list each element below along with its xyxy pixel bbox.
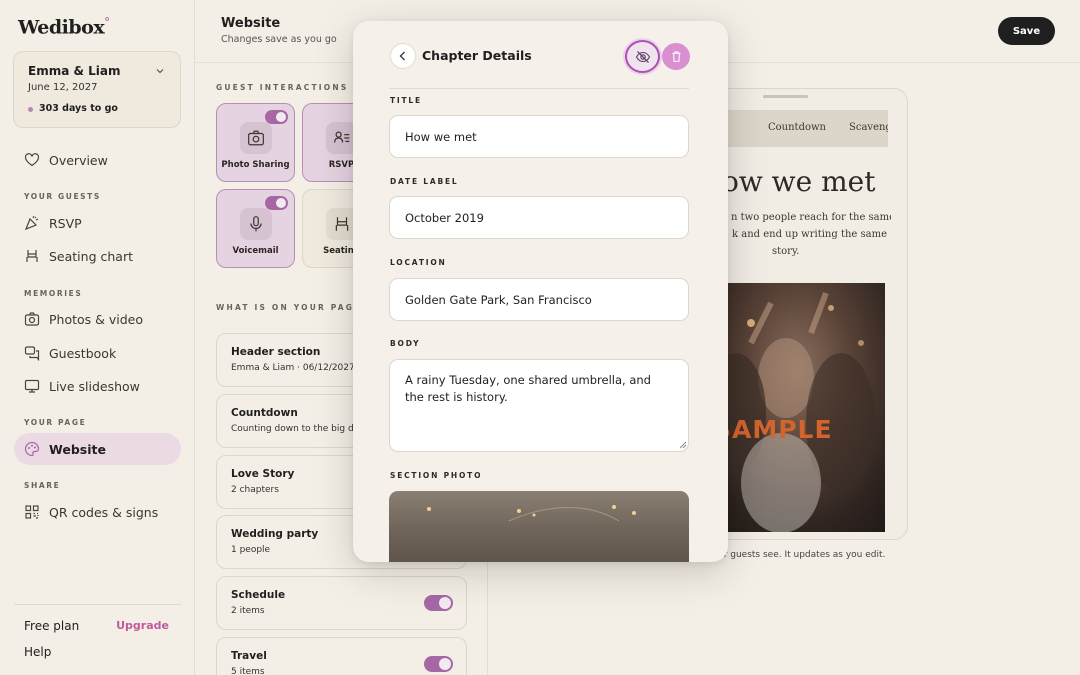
section-name: Travel <box>231 650 267 662</box>
section-name: Header section <box>231 346 321 358</box>
heart-icon <box>24 153 40 167</box>
location-field[interactable] <box>389 278 689 321</box>
tile-label: Photo Sharing <box>221 160 290 170</box>
section-name: Countdown <box>231 407 298 419</box>
monitor-icon <box>24 379 40 393</box>
page-subtitle: Changes save as you go <box>221 34 337 45</box>
sidebar-item-rsvp[interactable]: RSVP <box>14 207 181 239</box>
section-schedule[interactable]: Schedule 2 items <box>216 576 467 630</box>
party-popper-icon <box>24 215 39 231</box>
sidebar-divider <box>14 604 181 605</box>
palette-icon <box>24 441 40 457</box>
sidebar-item-label: Guestbook <box>49 345 117 361</box>
location-label: LOCATION <box>390 258 447 267</box>
event-date: June 12, 2027 <box>28 82 98 93</box>
modal-divider <box>389 88 689 89</box>
sidebar-item-label: QR codes & signs <box>49 504 159 520</box>
microphone-icon <box>250 216 262 232</box>
sidebar-item-seating-chart[interactable]: Seating chart <box>14 240 181 272</box>
preview-tab-scavenger: Scaveng <box>849 122 888 133</box>
title-label: TITLE <box>390 96 422 105</box>
body-textarea[interactable]: A rainy Tuesday, one shared umbrella, an… <box>389 359 689 452</box>
event-selector[interactable]: Emma & Liam June 12, 2027 303 days to go <box>13 51 181 128</box>
page-title: Website <box>221 16 281 31</box>
tile-toggle[interactable] <box>265 196 288 210</box>
chevron-down-icon[interactable] <box>154 65 166 77</box>
help-link[interactable]: Help <box>24 645 51 659</box>
save-button[interactable]: Save <box>998 17 1055 45</box>
sidebar-item-label: Seating chart <box>49 248 133 264</box>
section-photo-image <box>427 505 636 522</box>
section-desc: Counting down to the big day <box>231 424 365 434</box>
sidebar-item-overview[interactable]: Overview <box>14 144 181 176</box>
section-name: Schedule <box>231 589 286 601</box>
chapter-details-modal: Chapter Details TITLE DATE LABEL LOCATIO… <box>353 21 728 562</box>
hide-chapter-button[interactable] <box>625 40 660 73</box>
brand-logo[interactable]: Wedibox° <box>18 15 110 38</box>
section-toggle[interactable] <box>424 595 453 611</box>
trash-icon <box>671 51 681 62</box>
camera-icon <box>24 312 40 326</box>
tile-label: Voicemail <box>232 246 279 256</box>
nav-section-memories: MEMORIES <box>24 289 83 298</box>
tile-voicemail[interactable]: Voicemail <box>216 189 295 268</box>
sidebar-item-photos-video[interactable]: Photos & video <box>14 303 181 335</box>
chair-icon <box>335 217 349 231</box>
page-sections-label: WHAT IS ON YOUR PAGE <box>216 303 362 312</box>
sidebar-item-live-slideshow[interactable]: Live slideshow <box>14 370 181 402</box>
section-photo[interactable] <box>389 491 689 562</box>
countdown-dot-icon <box>28 107 33 112</box>
sidebar: Wedibox° Emma & Liam June 12, 2027 303 d… <box>0 0 195 675</box>
qr-code-icon <box>25 505 39 519</box>
sidebar-item-label: Photos & video <box>49 311 144 327</box>
delete-chapter-button[interactable] <box>662 43 690 70</box>
event-countdown: 303 days to go <box>39 103 118 114</box>
sidebar-item-label: RSVP <box>49 215 82 231</box>
plan-label: Free plan <box>24 619 80 633</box>
sample-watermark: SAMPLE <box>713 415 833 444</box>
section-desc: 5 items <box>231 667 265 675</box>
sidebar-item-label: Live slideshow <box>49 378 140 394</box>
phone-notch <box>763 95 808 98</box>
guest-list-icon <box>334 131 350 143</box>
section-name: Love Story <box>231 468 295 480</box>
nav-section-guests: YOUR GUESTS <box>24 192 101 201</box>
sidebar-item-label: Website <box>49 441 106 457</box>
tile-photo-sharing[interactable]: Photo Sharing <box>216 103 295 182</box>
title-field[interactable] <box>389 115 689 158</box>
preview-tab-countdown: Countdown <box>768 122 826 133</box>
sidebar-item-label: Overview <box>49 152 108 168</box>
sidebar-item-guestbook[interactable]: Guestbook <box>14 337 181 369</box>
preview-note: ur guests see. It updates as you edit. <box>718 550 886 560</box>
upgrade-link[interactable]: Upgrade <box>116 619 169 632</box>
section-travel[interactable]: Travel 5 items <box>216 637 467 675</box>
nav-section-page: YOUR PAGE <box>24 418 87 427</box>
section-desc: Emma & Liam · 06/12/2027 <box>231 363 355 373</box>
back-button[interactable] <box>390 43 416 69</box>
chevron-left-icon <box>399 51 405 61</box>
nav-section-share: SHARE <box>24 481 61 490</box>
camera-icon <box>248 130 264 146</box>
date-label: DATE LABEL <box>390 177 459 186</box>
body-label: BODY <box>390 339 421 348</box>
event-name: Emma & Liam <box>28 64 121 78</box>
sidebar-item-website[interactable]: Website <box>14 433 181 465</box>
photo-label: SECTION PHOTO <box>390 471 483 480</box>
guest-interactions-label: GUEST INTERACTIONS <box>216 83 349 92</box>
section-toggle[interactable] <box>424 656 453 672</box>
eye-off-icon <box>635 50 650 63</box>
section-desc: 1 people <box>231 545 271 555</box>
tile-toggle[interactable] <box>265 110 288 124</box>
chair-icon <box>26 250 38 262</box>
sidebar-item-qr-codes[interactable]: QR codes & signs <box>14 496 181 528</box>
modal-title: Chapter Details <box>422 48 532 63</box>
resize-handle-icon[interactable] <box>679 441 687 449</box>
date-label-field[interactable] <box>389 196 689 239</box>
section-desc: 2 chapters <box>231 485 279 495</box>
section-name: Wedding party <box>231 528 319 540</box>
section-desc: 2 items <box>231 606 265 616</box>
chat-bubbles-icon <box>24 346 40 361</box>
